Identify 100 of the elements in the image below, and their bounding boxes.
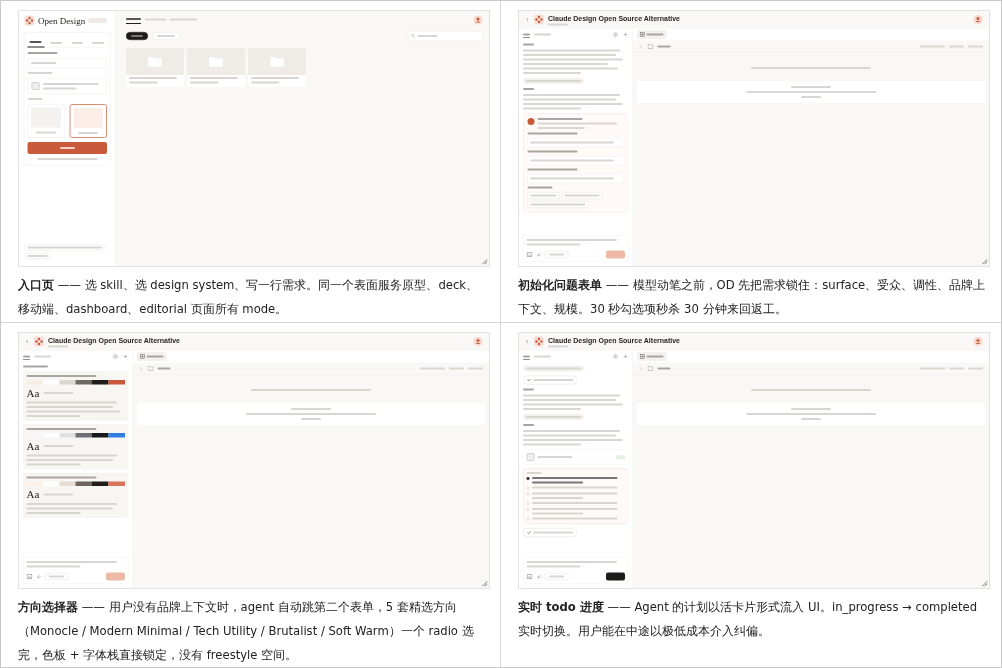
blurred-text <box>564 194 600 197</box>
blurred-text <box>43 493 74 496</box>
files-tab[interactable] <box>637 352 667 361</box>
fidelity-option[interactable] <box>69 104 107 138</box>
logo-icon <box>533 14 545 25</box>
avatar-icon[interactable] <box>473 15 483 25</box>
blurred-text <box>23 365 48 368</box>
blurred-text <box>523 33 530 36</box>
blurred-text <box>549 253 564 256</box>
import-dropdown[interactable] <box>44 573 69 580</box>
resize-handle-icon[interactable] <box>980 257 988 265</box>
design-card[interactable] <box>126 48 184 87</box>
blurred-text <box>646 33 664 36</box>
blurred-text <box>549 575 564 578</box>
blurred-text <box>534 33 551 36</box>
blurred-text <box>657 45 671 48</box>
panel-tab[interactable] <box>34 354 51 359</box>
blurred-text <box>420 367 445 370</box>
blurred-text <box>49 575 64 578</box>
files-tab[interactable] <box>137 352 167 361</box>
avatar-icon[interactable] <box>973 14 983 25</box>
caption: 入口页 —— 选 skill、选 design system、写一行需求。同一个表面服务原型、deck、移动端、dashboard、editorial 页面所有 mode。 <box>18 277 479 318</box>
blurred-text <box>527 150 578 153</box>
blurred-text <box>646 355 664 358</box>
blurred-text <box>548 23 568 26</box>
blurred-text <box>23 355 30 358</box>
option-chip[interactable] <box>527 201 589 208</box>
send-button[interactable] <box>606 250 625 259</box>
blurred-text <box>949 367 964 370</box>
logo-icon <box>24 15 35 26</box>
blurred-text <box>523 388 534 391</box>
preview-badge <box>88 18 108 23</box>
blurred-text <box>449 367 464 370</box>
stop-button[interactable] <box>606 572 625 581</box>
dot-icon <box>527 118 535 125</box>
logo-icon <box>533 336 545 347</box>
panel-tab[interactable] <box>534 32 551 37</box>
blurred-text <box>468 367 483 370</box>
logo-icon <box>33 336 45 347</box>
nav-tab[interactable] <box>126 16 141 24</box>
option-chip[interactable] <box>561 192 603 199</box>
blurred-text <box>949 45 964 48</box>
blurred-text <box>146 355 164 358</box>
blurred-text <box>920 45 945 48</box>
import-dropdown[interactable] <box>544 573 569 580</box>
blurred-text <box>657 367 671 370</box>
blurred-text <box>35 131 56 134</box>
blurred-text <box>968 367 983 370</box>
document-icon <box>31 81 40 91</box>
panel-tab[interactable] <box>23 353 30 360</box>
blurred-text <box>170 18 197 21</box>
blurred-text <box>157 367 171 370</box>
blurred-text <box>527 132 578 135</box>
blurred-text <box>534 355 551 358</box>
panel-tab[interactable] <box>523 353 530 360</box>
direction-card[interactable]: Aa <box>23 371 129 421</box>
drop-zone[interactable] <box>137 403 485 425</box>
panel-tab[interactable] <box>523 31 530 38</box>
blurred-text <box>34 355 51 358</box>
type-sample: Aa <box>26 440 40 452</box>
blurred-text <box>526 367 581 370</box>
drop-zone[interactable] <box>637 81 985 103</box>
design-card[interactable] <box>248 48 306 87</box>
blurred-text <box>530 194 557 197</box>
send-button[interactable] <box>106 572 125 581</box>
design-card[interactable] <box>187 48 245 87</box>
import-dropdown[interactable] <box>544 251 569 258</box>
blurred-text <box>523 43 534 46</box>
resize-handle-icon[interactable] <box>480 579 488 587</box>
panel-tab[interactable] <box>534 354 551 359</box>
avatar-icon[interactable] <box>973 336 983 347</box>
direction-card[interactable]: Aa <box>23 424 129 469</box>
input-field[interactable] <box>527 174 624 183</box>
search-field[interactable] <box>408 31 483 41</box>
blurred-text <box>145 18 166 21</box>
caption: 方向选择器 —— 用户没有品牌上下文时，agent 自动跳第二个表单，5 套精选方向（Monocle / Modern Minimal / Tech Utility / Brutalist / Soft Warm）一个 radio 选完，色板 + 字体栈直接锁定，没有 freestyle 空间。 <box>18 599 475 664</box>
blurred-text <box>527 168 578 171</box>
blurred-text <box>533 531 574 534</box>
files-tab[interactable] <box>637 30 667 39</box>
resize-handle-icon[interactable] <box>480 257 488 265</box>
caption: 初始化问题表单 —— 模型动笔之前，OD 先把需求锁住：surface、受众、调性、品牌上下文、规模。30 秒勾选项秒杀 30 分钟来回返工。 <box>518 277 987 318</box>
done-badge <box>615 454 626 460</box>
blurred-text <box>26 476 97 479</box>
blurred-text <box>48 345 68 348</box>
blurred-text <box>530 203 586 206</box>
blurred-text <box>527 186 553 189</box>
type-sample: Aa <box>26 387 40 399</box>
avatar-icon[interactable] <box>473 336 483 347</box>
direction-card[interactable]: Aa <box>23 473 129 518</box>
option-chip[interactable] <box>527 192 560 199</box>
caption: 实时 todo 进度 —— Agent 的计划以活卡片形式流入 UI。in_progress → completed 实时切换。用户能在中途以极低成本介入纠偏。 <box>518 599 979 640</box>
filter-pill[interactable] <box>126 32 148 40</box>
drop-zone[interactable] <box>637 403 985 425</box>
app-name: Open Design <box>38 15 86 26</box>
type-sample: Aa <box>26 489 40 500</box>
input-field[interactable] <box>527 156 624 165</box>
blurred-text <box>920 367 945 370</box>
create-button[interactable] <box>27 142 107 154</box>
resize-handle-icon[interactable] <box>980 579 988 587</box>
input-field[interactable] <box>527 138 624 147</box>
